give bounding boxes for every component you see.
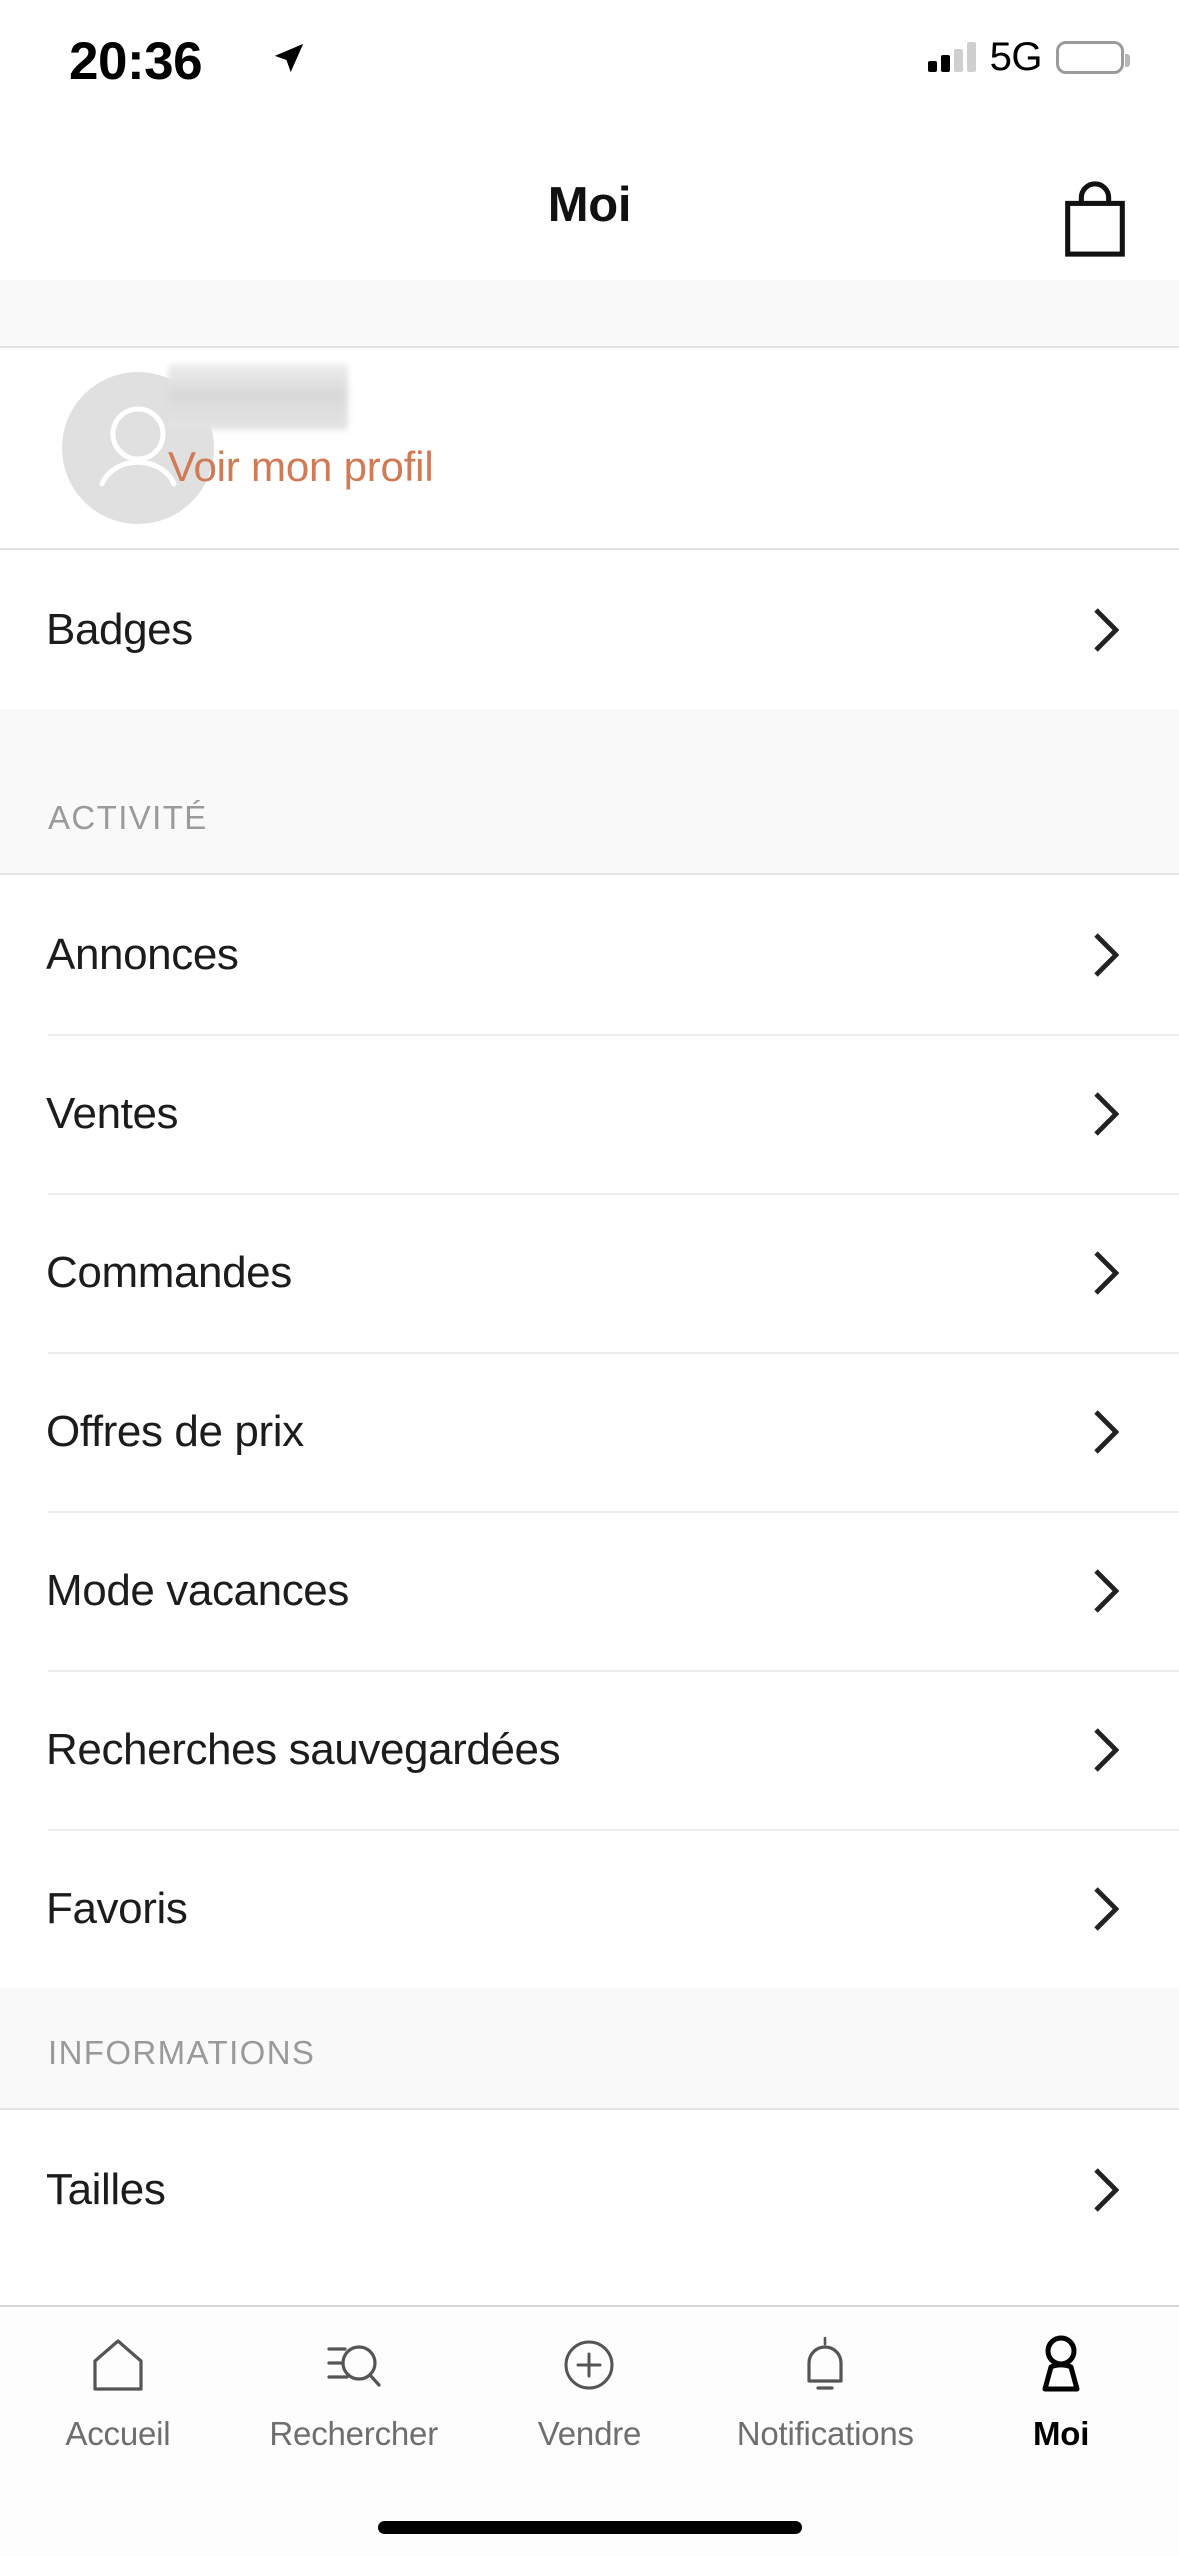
chevron-right-icon <box>1094 1886 1119 1931</box>
location-arrow-icon <box>274 43 304 73</box>
view-my-profile-link[interactable]: Voir mon profil <box>168 443 434 491</box>
chevron-right-icon <box>1094 1568 1119 1613</box>
chevron-right-icon <box>1094 2167 1119 2212</box>
status-bar: 20:36 5G <box>0 0 1179 130</box>
tab-notifications[interactable]: Notifications <box>707 2307 943 2492</box>
row-label: Recherches sauvegardées <box>46 1724 561 1774</box>
badges-card: Badges <box>0 550 1179 709</box>
row-mode-vacances[interactable]: Mode vacances <box>0 1511 1179 1670</box>
status-bar-time: 20:36 <box>69 32 203 91</box>
chevron-right-icon <box>1094 932 1119 977</box>
row-recherches-sauvegardees[interactable]: Recherches sauvegardées <box>0 1670 1179 1829</box>
plus-circle-icon <box>564 2340 614 2390</box>
row-ventes[interactable]: Ventes <box>0 1034 1179 1193</box>
section-header-activite: ACTIVITÉ <box>0 709 1179 875</box>
informations-card: Tailles <box>0 2110 1179 2269</box>
tab-label: Notifications <box>736 2415 914 2452</box>
network-type-label: 5G <box>989 34 1043 79</box>
tab-moi[interactable]: Moi <box>943 2307 1179 2492</box>
status-bar-indicators: 5G <box>927 34 1130 79</box>
section-header-label: ACTIVITÉ <box>48 799 208 836</box>
row-label: Ventes <box>46 1088 179 1138</box>
home-indicator-bar[interactable] <box>377 2521 802 2534</box>
row-label: Commandes <box>46 1247 292 1297</box>
tab-rechercher[interactable]: Rechercher <box>236 2307 472 2492</box>
tab-label: Rechercher <box>269 2415 438 2452</box>
username-redacted <box>168 364 348 430</box>
profile-card[interactable]: Voir mon profil <box>0 348 1179 548</box>
row-label: Mode vacances <box>46 1565 349 1615</box>
tab-vendre[interactable]: Vendre <box>472 2307 708 2492</box>
row-offres-de-prix[interactable]: Offres de prix <box>0 1352 1179 1511</box>
navigation-bar: Moi <box>0 130 1179 280</box>
shopping-bag-icon[interactable] <box>1059 180 1131 258</box>
section-header-label: INFORMATIONS <box>48 2034 316 2071</box>
search-list-icon <box>327 2345 381 2387</box>
chevron-right-icon <box>1094 607 1119 652</box>
activite-card: Annonces Ventes Commandes Offres de prix… <box>0 875 1179 1988</box>
bottom-tab-bar: Accueil Rechercher Vendre Notifications … <box>0 2305 1179 2556</box>
page-title: Moi <box>547 178 632 232</box>
row-favoris[interactable]: Favoris <box>0 1829 1179 1988</box>
row-badges[interactable]: Badges <box>0 550 1179 709</box>
person-icon <box>1042 2335 1080 2392</box>
chevron-right-icon <box>1094 1091 1119 1136</box>
tab-accueil[interactable]: Accueil <box>0 2307 236 2492</box>
tab-label: Vendre <box>537 2415 642 2452</box>
chevron-right-icon <box>1094 1409 1119 1454</box>
row-label: Annonces <box>46 929 239 979</box>
app-screen: 20:36 5G Moi Voir mon profil Badges ACTI… <box>0 0 1179 2556</box>
row-label: Tailles <box>46 2164 166 2214</box>
row-annonces[interactable]: Annonces <box>0 875 1179 1034</box>
bell-icon <box>807 2336 843 2390</box>
cellular-bars-icon <box>927 42 976 72</box>
tab-label: Moi <box>1032 2415 1090 2452</box>
section-header-informations: INFORMATIONS <box>0 1988 1179 2110</box>
row-commandes[interactable]: Commandes <box>0 1193 1179 1352</box>
chevron-right-icon <box>1094 1250 1119 1295</box>
home-icon <box>93 2339 143 2391</box>
tab-label: Accueil <box>65 2415 171 2452</box>
row-tailles[interactable]: Tailles <box>0 2110 1179 2269</box>
battery-icon <box>1056 40 1130 74</box>
settings-list[interactable]: Voir mon profil Badges ACTIVITÉ Annonces… <box>0 280 1179 2305</box>
row-label: Offres de prix <box>46 1406 304 1456</box>
chevron-right-icon <box>1094 1727 1119 1772</box>
row-label: Badges <box>46 604 193 654</box>
top-spacer-band <box>0 280 1179 348</box>
row-label: Favoris <box>46 1883 188 1933</box>
